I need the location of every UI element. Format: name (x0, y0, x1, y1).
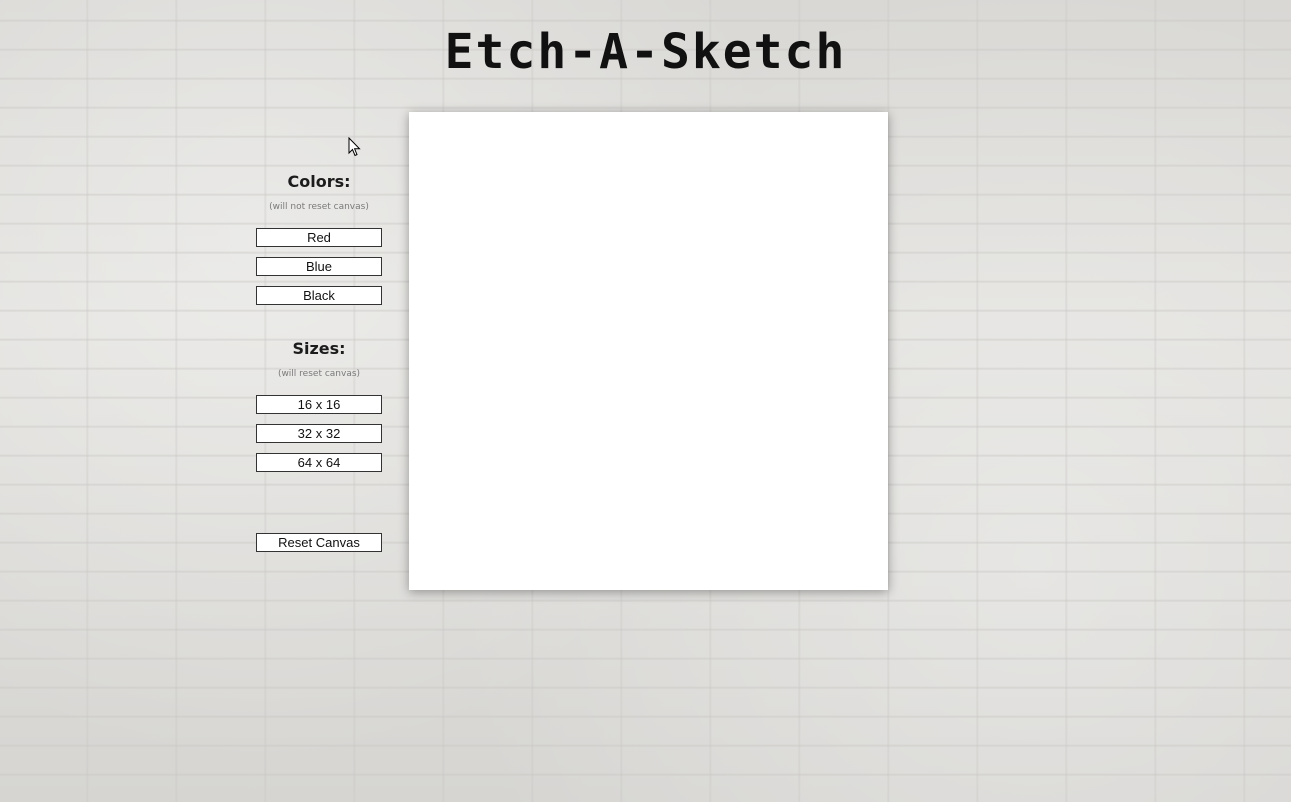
controls-panel: Colors: (will not reset canvas) Red Blue… (256, 170, 382, 562)
page-title: Etch-A-Sketch (444, 24, 847, 80)
reset-section: Reset Canvas (256, 532, 382, 562)
color-red-button[interactable]: Red (256, 228, 382, 247)
size-16-button[interactable]: 16 x 16 (256, 395, 382, 414)
size-64-button[interactable]: 64 x 64 (256, 453, 382, 472)
sketch-canvas[interactable] (409, 112, 888, 590)
sizes-heading: Sizes: (292, 339, 346, 358)
colors-heading: Colors: (287, 172, 351, 191)
reset-canvas-button[interactable]: Reset Canvas (256, 533, 382, 552)
colors-note: (will not reset canvas) (269, 202, 369, 212)
sizes-section: Sizes: (will reset canvas) 16 x 16 32 x … (256, 337, 382, 482)
color-black-button[interactable]: Black (256, 286, 382, 305)
sizes-note: (will reset canvas) (277, 369, 361, 379)
color-blue-button[interactable]: Blue (256, 257, 382, 276)
mouse-pointer-icon (348, 137, 361, 157)
size-32-button[interactable]: 32 x 32 (256, 424, 382, 443)
